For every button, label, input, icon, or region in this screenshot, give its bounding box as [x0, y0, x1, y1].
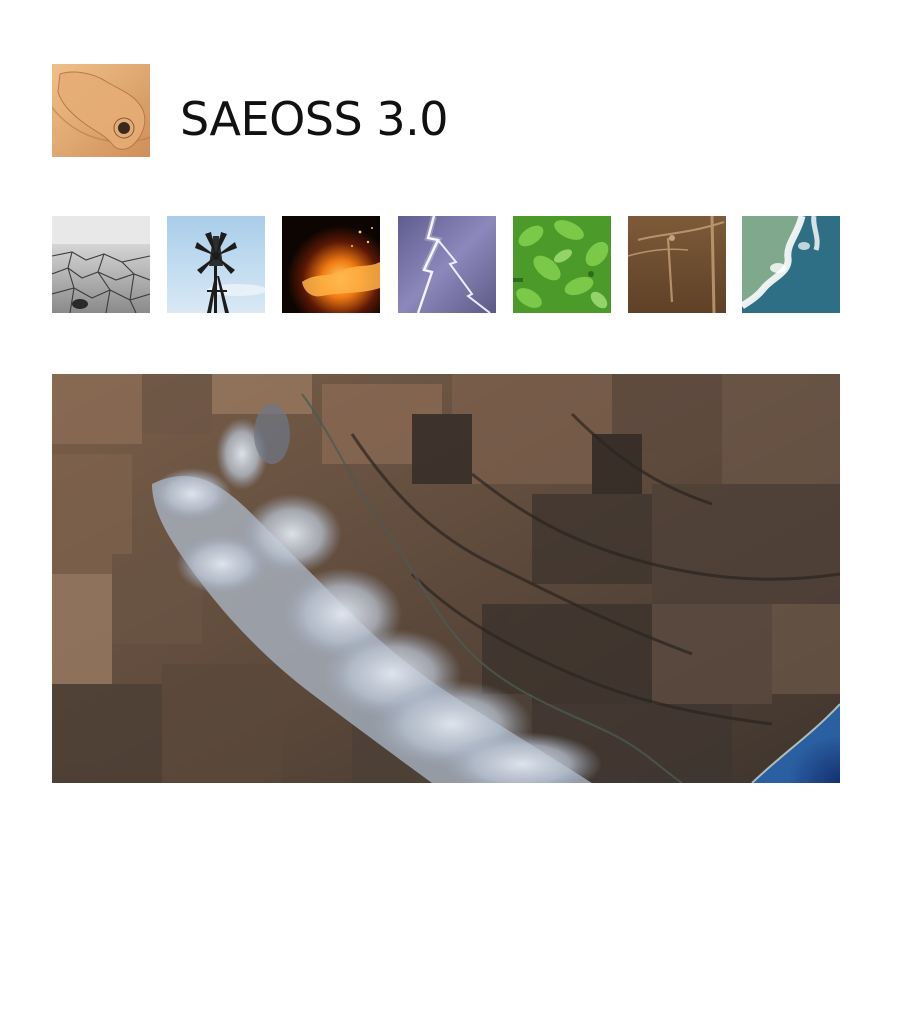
windpump-icon — [167, 216, 265, 313]
coastline-satellite-icon — [742, 216, 840, 313]
theme-thumbnail-strip — [52, 216, 840, 313]
africa-globe-logo-icon — [52, 64, 150, 157]
vegetation-leaves-icon — [513, 216, 611, 313]
lightning-storm-icon — [398, 216, 496, 313]
satellite-wildfire-smoke-image — [52, 374, 840, 783]
wildfire-icon — [282, 216, 380, 313]
wind-turbine-icon — [628, 216, 726, 313]
drought-cracked-earth-icon — [52, 216, 150, 313]
page-title: SAEOSS 3.0 — [180, 92, 448, 146]
